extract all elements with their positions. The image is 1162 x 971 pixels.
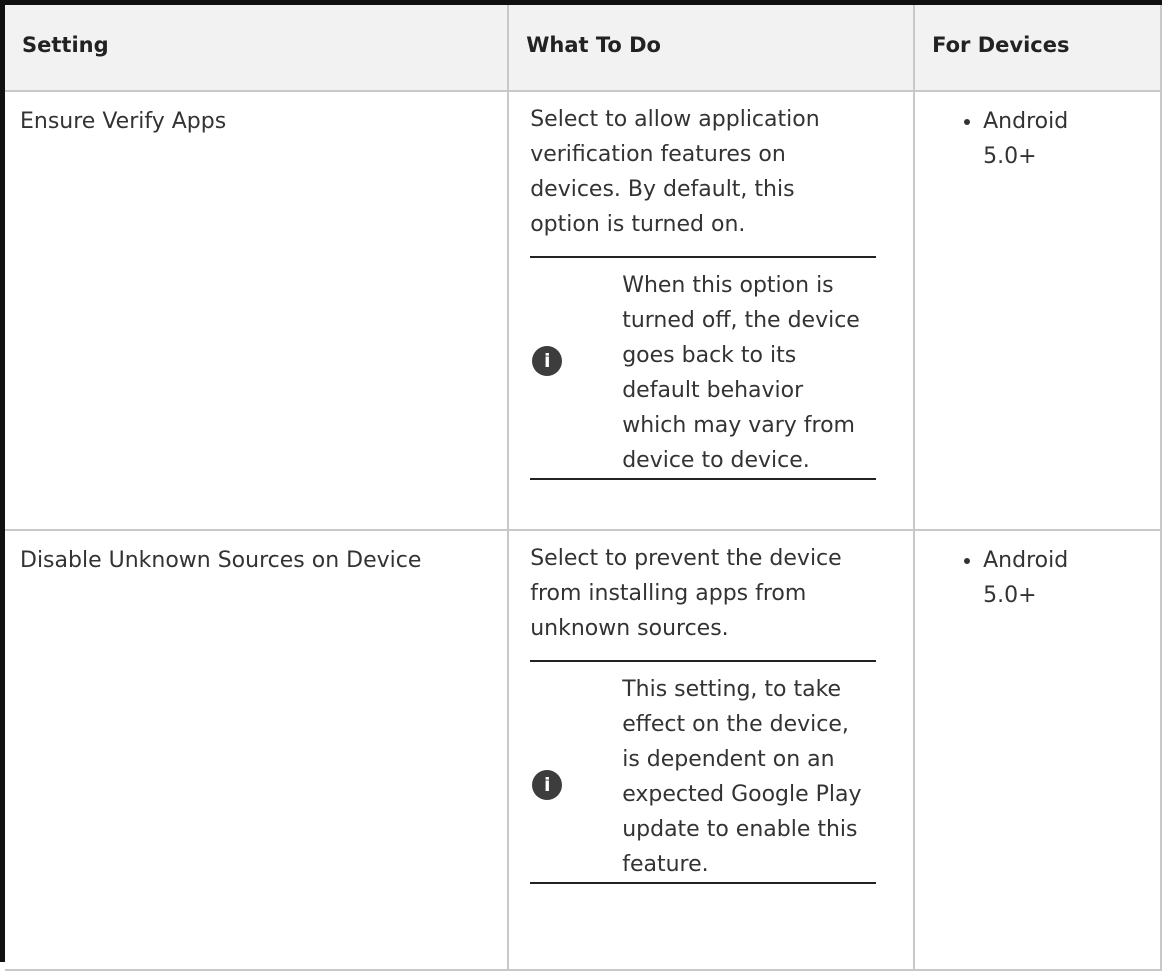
what-to-do-cell: Select to allow application verification… bbox=[507, 90, 916, 531]
info-note: i This setting, to take effect on the de… bbox=[530, 660, 877, 884]
note-text: This setting, to take effect on the devi… bbox=[622, 677, 862, 877]
devices-list: Android 5.0+ bbox=[915, 543, 1160, 613]
what-to-do-cell: Select to prevent the device from instal… bbox=[507, 529, 916, 971]
table-row: Disable Unknown Sources on Device Select… bbox=[5, 529, 1162, 971]
what-to-do-text: Select to prevent the device from instal… bbox=[530, 546, 842, 641]
table-row: Ensure Verify Apps Select to allow appli… bbox=[5, 90, 1162, 531]
info-icon: i bbox=[532, 770, 563, 800]
setting-name: Ensure Verify Apps bbox=[5, 90, 510, 531]
devices-cell: Android 5.0+ bbox=[913, 90, 1162, 531]
column-header-setting: Setting bbox=[5, 5, 510, 92]
device-item: Android 5.0+ bbox=[964, 543, 1093, 613]
column-header-what-to-do: What To Do bbox=[507, 5, 916, 92]
info-icon: i bbox=[532, 346, 563, 376]
device-item: Android 5.0+ bbox=[964, 104, 1093, 174]
column-header-for-devices: For Devices bbox=[913, 5, 1162, 92]
devices-cell: Android 5.0+ bbox=[913, 529, 1162, 971]
setting-name: Disable Unknown Sources on Device bbox=[5, 529, 510, 971]
what-to-do-text: Select to allow application verification… bbox=[530, 107, 820, 237]
info-note: i When this option is turned off, the de… bbox=[530, 256, 877, 480]
table-header-row: Setting What To Do For Devices bbox=[5, 5, 1162, 92]
devices-list: Android 5.0+ bbox=[915, 104, 1160, 174]
settings-table: Setting What To Do For Devices Ensure Ve… bbox=[5, 5, 1162, 971]
note-text: When this option is turned off, the devi… bbox=[622, 273, 860, 473]
